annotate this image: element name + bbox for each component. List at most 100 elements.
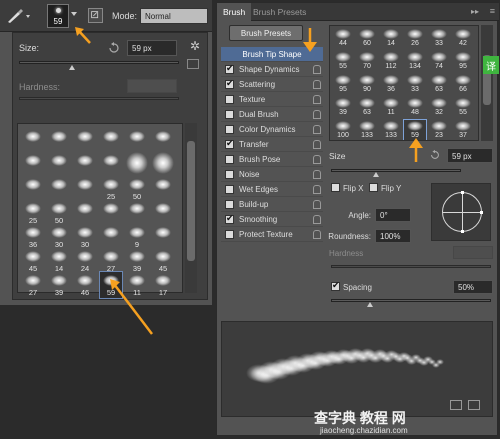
brush-tip-tile[interactable]: 42: [452, 28, 474, 50]
toggle-brush-panel-icon[interactable]: [88, 8, 103, 23]
size-slider-thumb[interactable]: [69, 65, 75, 70]
checkbox-icon[interactable]: [225, 155, 234, 164]
brush-tip-tile[interactable]: 60: [356, 28, 378, 50]
brush-preset-tile[interactable]: [126, 152, 148, 178]
checkbox-icon[interactable]: [225, 78, 234, 89]
checkbox-icon[interactable]: [225, 185, 234, 194]
brush-preset-tile[interactable]: 50: [48, 200, 70, 226]
checkbox-icon[interactable]: [225, 63, 234, 74]
lock-icon[interactable]: [313, 125, 321, 134]
brush-preset-tile[interactable]: [48, 176, 70, 202]
brush-preset-tile[interactable]: [100, 200, 122, 226]
checkbox-icon[interactable]: [225, 138, 234, 149]
brush-setting-item[interactable]: Wet Edges: [221, 182, 323, 197]
checkbox-icon[interactable]: [225, 200, 234, 209]
flip-x-checkbox[interactable]: Flip X: [331, 183, 363, 193]
brush-tip-tile[interactable]: 112: [380, 51, 402, 73]
brush-preset-tile[interactable]: 27: [22, 272, 44, 298]
brush-preset-tile[interactable]: 25: [100, 176, 122, 202]
brush-setting-item[interactable]: Scattering: [221, 77, 323, 92]
brush-preset-tile[interactable]: 9: [126, 224, 148, 250]
brush-preset-tile[interactable]: [22, 152, 44, 178]
brush-tip-tile[interactable]: 37: [452, 120, 474, 140]
scrollbar-thumb[interactable]: [187, 141, 195, 261]
brush-tip-tile[interactable]: 63: [356, 97, 378, 119]
brush-preset-tile[interactable]: [48, 128, 70, 154]
checkbox-icon[interactable]: [225, 95, 234, 104]
brush-setting-item[interactable]: Build-up: [221, 197, 323, 212]
brush-tip-tile[interactable]: 90: [356, 74, 378, 96]
reset-size-icon[interactable]: [107, 41, 121, 55]
lock-icon[interactable]: [313, 200, 321, 209]
hardness-slider-track[interactable]: [331, 265, 491, 268]
brush-preset-tile[interactable]: 27: [100, 248, 122, 274]
brush-preset-tile[interactable]: [126, 200, 148, 226]
gear-icon[interactable]: ✲: [187, 39, 203, 55]
lock-icon[interactable]: [313, 110, 321, 119]
brush-preset-tile[interactable]: 50: [126, 176, 148, 202]
brush-tip-tile[interactable]: 44: [332, 28, 354, 50]
spacing-slider-track[interactable]: [331, 299, 491, 302]
brush-preset-tile[interactable]: 36: [22, 224, 44, 250]
new-brush-icon[interactable]: [468, 400, 480, 410]
brush-tip-tile[interactable]: 33: [404, 74, 426, 96]
brush-tip-tile[interactable]: 26: [404, 28, 426, 50]
brush-tip-tile[interactable]: 66: [452, 74, 474, 96]
brush-tip-tile[interactable]: 63: [428, 74, 450, 96]
brush-preset-tile[interactable]: 39: [48, 272, 70, 298]
new-preset-icon[interactable]: [187, 59, 199, 69]
chevron-down-icon[interactable]: [71, 12, 77, 16]
angle-roundness-dial[interactable]: [431, 183, 491, 241]
dial-circle-icon[interactable]: [442, 191, 483, 233]
brush-setting-item[interactable]: Dual Brush: [221, 107, 323, 122]
brush-preset-tile[interactable]: [74, 200, 96, 226]
tab-brush-presets[interactable]: Brush Presets: [247, 3, 312, 21]
brush-preset-tile[interactable]: 39: [126, 248, 148, 274]
checkbox-icon[interactable]: [225, 213, 234, 224]
presets-scrollbar[interactable]: [185, 123, 197, 293]
brush-setting-item[interactable]: Smoothing: [221, 212, 323, 227]
lock-icon[interactable]: [313, 140, 321, 149]
brush-preset-tile[interactable]: [22, 128, 44, 154]
brush-preset-tile[interactable]: [152, 128, 174, 154]
checkbox-icon[interactable]: [331, 280, 340, 291]
brush-preset-tile[interactable]: 14: [48, 248, 70, 274]
flip-y-checkbox[interactable]: Flip Y: [369, 183, 401, 193]
brush-setting-item[interactable]: Protect Texture: [221, 227, 323, 242]
brush-preset-tile[interactable]: [74, 128, 96, 154]
brush-preset-tile[interactable]: [100, 128, 122, 154]
spacing-slider-thumb[interactable]: [367, 302, 373, 307]
brush-preset-tile[interactable]: [126, 128, 148, 154]
brush-preset-tile[interactable]: 46: [74, 272, 96, 298]
checkbox-icon[interactable]: [331, 183, 340, 192]
brush-preset-tile[interactable]: 30: [74, 224, 96, 250]
brush-preset-tile[interactable]: 45: [22, 248, 44, 274]
brush-tip-tile[interactable]: 55: [452, 97, 474, 119]
collapse-icon[interactable]: ▸▸: [471, 7, 479, 16]
brush-preset-tile[interactable]: [22, 176, 44, 202]
size-slider-thumb[interactable]: [373, 172, 379, 177]
brush-setting-item[interactable]: Color Dynamics: [221, 122, 323, 137]
lock-icon[interactable]: [313, 170, 321, 179]
brush-tip-tile[interactable]: 95: [452, 51, 474, 73]
tip-grid-scrollbar[interactable]: [481, 25, 493, 141]
translate-badge[interactable]: 译: [483, 56, 499, 74]
reset-size-icon[interactable]: [429, 149, 441, 161]
brush-tip-tile[interactable]: 33: [428, 28, 450, 50]
brush-tip-tile[interactable]: 32: [428, 97, 450, 119]
lock-icon[interactable]: [313, 65, 321, 74]
panel-menu-icon[interactable]: ≡: [490, 6, 495, 16]
spacing-field[interactable]: 50%: [453, 280, 493, 294]
brush-preset-tile[interactable]: [48, 152, 70, 178]
lock-icon[interactable]: [313, 215, 321, 224]
brush-preset-tile[interactable]: 24: [74, 248, 96, 274]
brush-preset-tile[interactable]: [152, 176, 174, 202]
brush-tip-tile[interactable]: 23: [428, 120, 450, 140]
roundness-field[interactable]: 100%: [375, 229, 411, 243]
brush-tip-tile[interactable]: 70: [356, 51, 378, 73]
brush-preset-tile[interactable]: [152, 200, 174, 226]
spacing-checkbox[interactable]: Spacing: [331, 280, 372, 292]
brush-preset-tile[interactable]: [100, 152, 122, 178]
brush-tip-tile[interactable]: 133: [356, 120, 378, 140]
brush-preset-tile[interactable]: 45: [152, 248, 174, 274]
